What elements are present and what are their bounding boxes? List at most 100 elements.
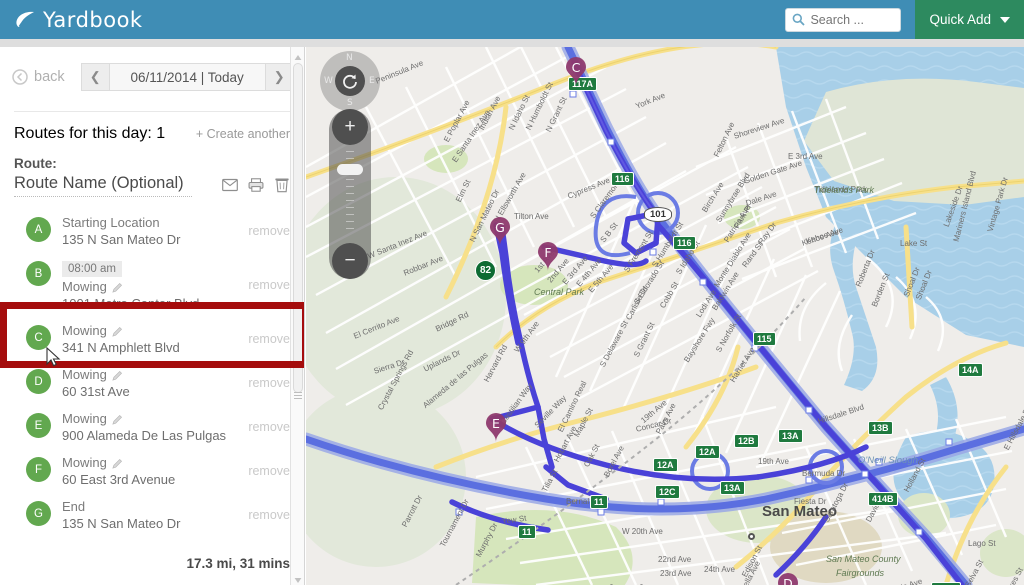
sidebar-scrollbar[interactable] (290, 47, 304, 585)
highway-shield-12c: 12C (655, 485, 680, 499)
create-another-route-link[interactable]: + Create another (196, 127, 290, 141)
back-button[interactable]: back (12, 69, 65, 85)
brand-logo[interactable]: Yardbook (14, 8, 143, 32)
zoom-slider-track[interactable]: + − (329, 109, 371, 279)
stop-address: 900 Alameda De Las Pulgas (62, 428, 227, 443)
stop-badge-a: A (26, 217, 51, 242)
sidebar-nav-row: back ❮ 06/11/2014 | Today ❯ (0, 47, 304, 91)
route-stop-e[interactable]: E Mowing 900 Alameda De Las Pulgas remove (0, 405, 304, 449)
stop-service-title: Mowing (62, 279, 248, 294)
zoom-out-button[interactable]: − (332, 243, 368, 279)
highway-shield-116: 116 (611, 172, 634, 186)
stop-address: 135 N San Mateo Dr (62, 232, 181, 247)
highway-shield-12b: 12B (734, 434, 759, 448)
route-name-input[interactable]: Route Name (Optional) (14, 174, 192, 197)
remove-stop-link[interactable]: remove (248, 376, 290, 390)
stop-service-label: Mowing (62, 367, 107, 382)
map-marker-c[interactable]: C (564, 55, 588, 87)
date-navigator: ❮ 06/11/2014 | Today ❯ (80, 63, 294, 91)
stop-service-label: Mowing (62, 279, 107, 294)
highway-shield-11: 11 (518, 525, 536, 539)
remove-stop-link[interactable]: remove (248, 332, 290, 346)
highway-shield-13a: 13A (720, 481, 745, 495)
stop-address: 1001 Metro Center Blvd (62, 296, 200, 311)
stop-service-label: End (62, 499, 86, 514)
edit-pencil-icon[interactable] (112, 413, 123, 425)
search-box[interactable] (785, 7, 902, 32)
zoom-in-button[interactable]: + (332, 109, 368, 145)
delete-route-icon[interactable] (274, 177, 290, 193)
route-stop-b[interactable]: B 08:00 am Mowing 1001 Metro Center Blvd rem… (0, 253, 304, 317)
map-marker-d[interactable]: D (776, 571, 800, 585)
stop-service-label: Starting Location (62, 215, 160, 230)
highway-shield-11: 11 (590, 495, 608, 509)
search-input[interactable] (785, 7, 902, 32)
scrollbar-grip (294, 392, 302, 401)
map-marker-g[interactable]: G (488, 215, 512, 247)
scroll-up-icon[interactable] (293, 50, 303, 60)
quick-add-label: Quick Add (929, 12, 991, 27)
edit-pencil-icon[interactable] (112, 369, 123, 381)
app-header: Yardbook Quick Add (0, 0, 1024, 39)
remove-stop-link[interactable]: remove (248, 224, 290, 238)
highway-shield-14a: 14A (958, 363, 983, 377)
route-stop-f[interactable]: F Mowing 60 East 3rd Avenue remove (0, 449, 304, 493)
compass-west-label[interactable]: W (324, 76, 333, 86)
stop-service-label: Mowing (62, 455, 107, 470)
remove-stop-link[interactable]: remove (248, 464, 290, 478)
map-marker-e[interactable]: E (484, 411, 508, 443)
brand-name: Yardbook (43, 7, 143, 32)
street-label: W 20th Ave (622, 527, 663, 536)
edit-pencil-icon[interactable] (112, 457, 123, 469)
route-action-icons (222, 177, 290, 197)
stop-badge-g: G (26, 501, 51, 526)
scrollbar-thumb[interactable] (293, 63, 303, 393)
scroll-down-icon[interactable] (293, 572, 303, 583)
map-marker-label: E (492, 415, 500, 431)
park-label: Tidelands Park (814, 185, 874, 195)
compass-south-label[interactable]: S (347, 98, 353, 108)
print-route-icon[interactable] (248, 177, 264, 193)
map-marker-f[interactable]: F (536, 240, 560, 272)
stop-body: Mowing 900 Alameda De Las Pulgas (62, 411, 248, 443)
street-label: Lago St (968, 539, 996, 548)
chevron-down-icon (1000, 16, 1010, 23)
stop-time-badge[interactable]: 08:00 am (62, 261, 122, 277)
remove-stop-link[interactable]: remove (248, 420, 290, 434)
routes-summary-row: Routes for this day: 1 + Create another (14, 111, 290, 143)
stop-address: 135 N San Mateo Dr (62, 516, 181, 531)
route-map[interactable]: San Mateo Peninsula Ave E Poplar Ave India… (306, 47, 1024, 585)
edit-pencil-icon[interactable] (112, 325, 123, 337)
street-label: 22nd Ave (658, 555, 692, 564)
street-label: Bermuda Dr (802, 469, 846, 478)
stop-badge-e: E (26, 413, 51, 438)
email-route-icon[interactable] (222, 177, 238, 193)
street-label: Tilton Ave (514, 212, 549, 221)
edit-pencil-icon[interactable] (112, 281, 123, 293)
map-marker-label: C (571, 59, 581, 75)
route-stop-a[interactable]: A Starting Location 135 N San Mateo Dr remo… (0, 209, 304, 253)
stop-service-title: Mowing (62, 323, 248, 338)
stop-body: Starting Location 135 N San Mateo Dr (62, 215, 248, 247)
stop-address: 60 31st Ave (62, 384, 130, 399)
zoom-slider-handle[interactable] (337, 164, 363, 175)
route-sidebar: back ❮ 06/11/2014 | Today ❯ Routes for t… (0, 47, 305, 585)
routes-count-label: Routes for this day: 1 (14, 125, 166, 142)
prev-day-button[interactable]: ❮ (80, 63, 110, 91)
compass-rosette[interactable]: N W E S (320, 51, 380, 111)
compass-east-label[interactable]: E (369, 76, 375, 86)
date-display[interactable]: 06/11/2014 | Today (109, 63, 265, 91)
route-stop-g[interactable]: G End 135 N San Mateo Dr remove (0, 493, 304, 537)
street-label: 19th Ave (758, 457, 789, 466)
rotate-icon[interactable] (335, 66, 365, 96)
quick-add-button[interactable]: Quick Add (915, 0, 1024, 39)
park-label: San Mateo County (826, 554, 901, 564)
stop-badge-b: B (26, 261, 51, 286)
remove-stop-link[interactable]: remove (248, 278, 290, 292)
remove-stop-link[interactable]: remove (248, 508, 290, 522)
map-marker-label: F (544, 244, 552, 260)
highway-shield-116: 116 (673, 236, 696, 250)
stop-body: 08:00 am Mowing 1001 Metro Center Blvd (62, 259, 248, 311)
highway-shield-82: 82 (475, 260, 496, 281)
compass-north-label: N (346, 53, 353, 63)
